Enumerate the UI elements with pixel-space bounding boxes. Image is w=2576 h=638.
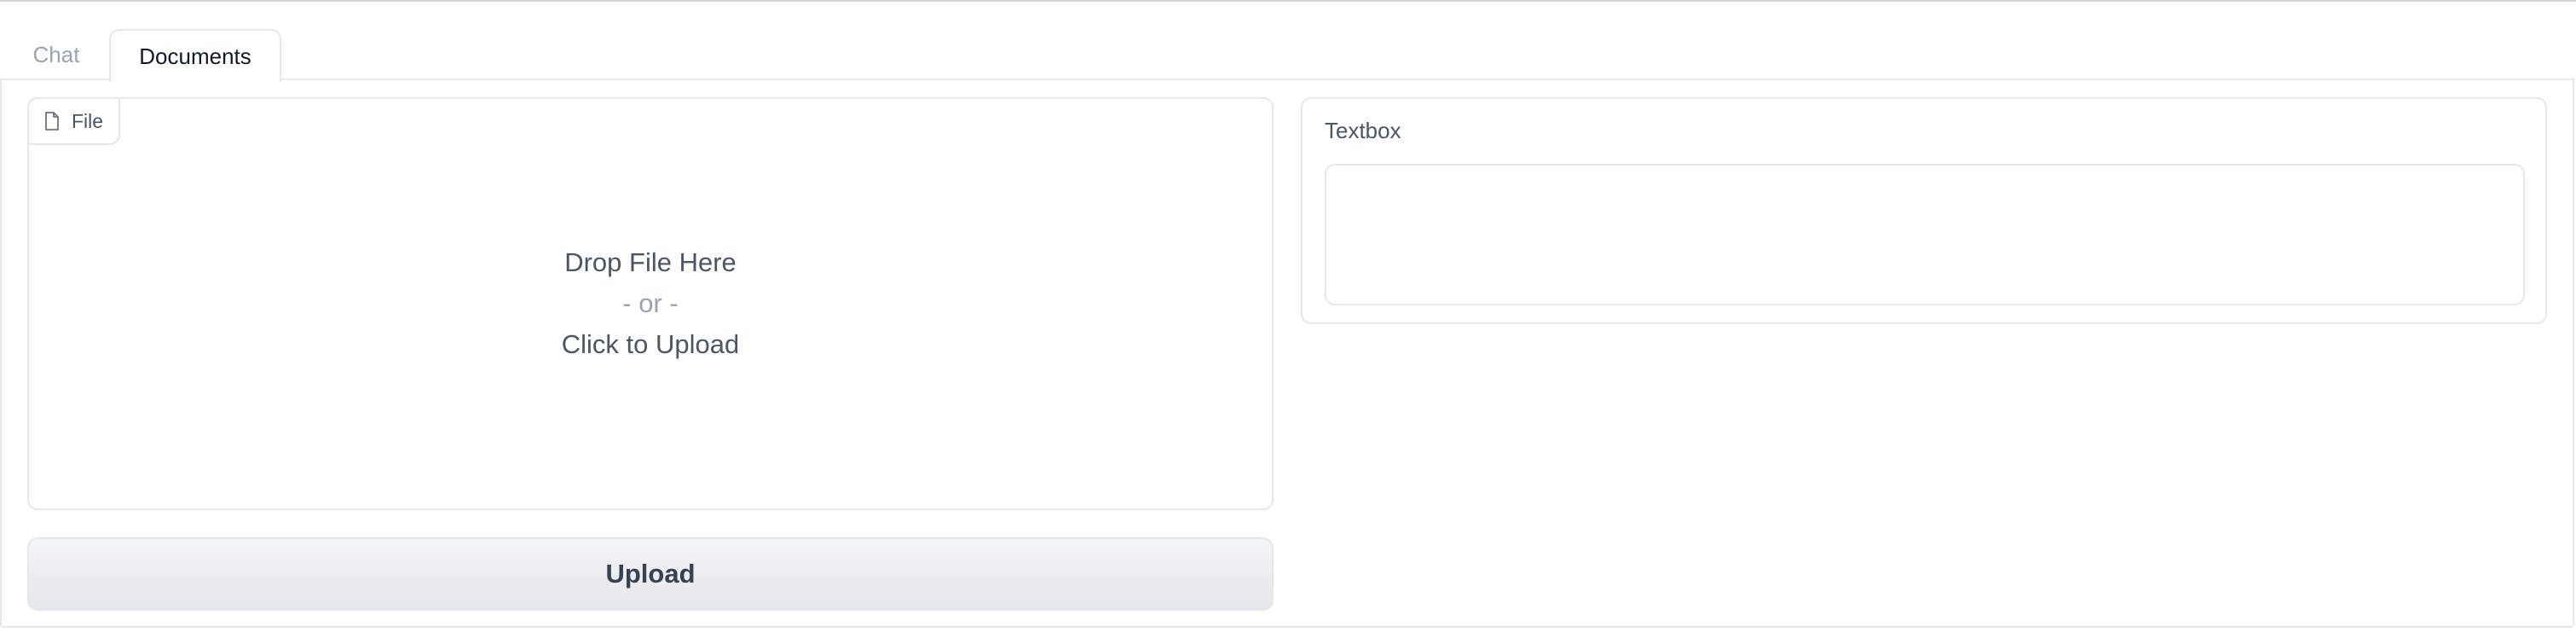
drop-instructions[interactable]: Drop File Here - or - Click to Upload: [29, 242, 1272, 365]
drop-file-text: Drop File Here: [564, 247, 736, 277]
file-label-badge: File: [27, 97, 121, 145]
file-label-text: File: [72, 109, 104, 132]
textbox-block: Textbox: [1301, 97, 2547, 324]
file-drop-zone[interactable]: File Drop File Here - or - Click to Uplo…: [27, 97, 1274, 510]
upload-button[interactable]: Upload: [27, 537, 1274, 611]
tab-chat[interactable]: Chat: [17, 29, 95, 80]
file-icon: [44, 112, 60, 130]
textbox-input[interactable]: [1325, 164, 2525, 305]
textbox-label: Textbox: [1325, 118, 1401, 143]
tab-bar: Chat Documents: [0, 0, 2576, 82]
tab-documents[interactable]: Documents: [109, 29, 281, 82]
click-to-upload-text[interactable]: Click to Upload: [29, 324, 1272, 365]
or-separator-text: - or -: [622, 288, 679, 318]
